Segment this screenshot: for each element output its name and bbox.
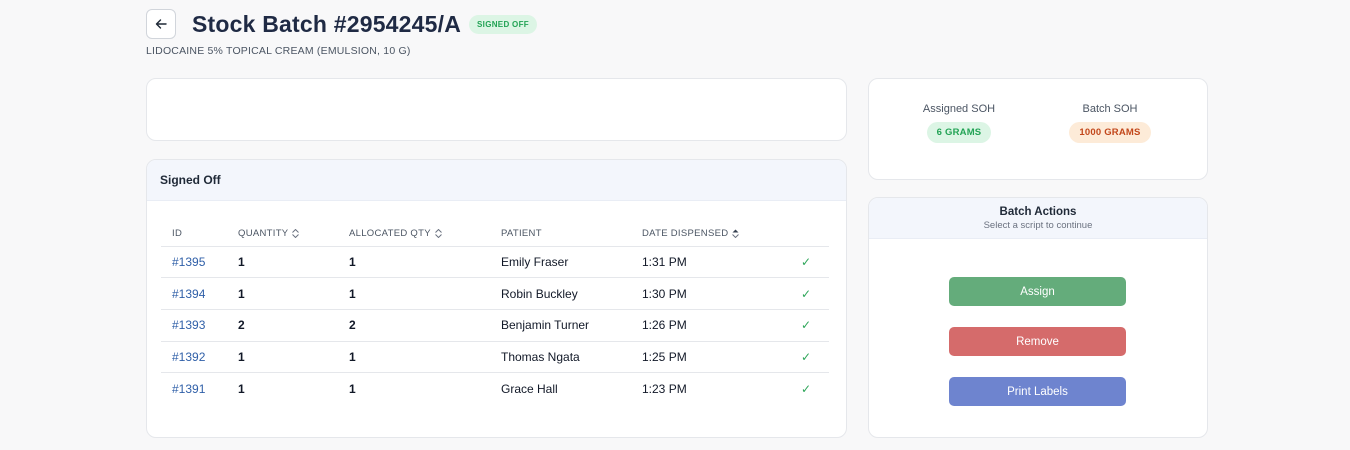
assign-button[interactable]: Assign bbox=[949, 277, 1126, 306]
back-button[interactable] bbox=[146, 9, 176, 39]
table-row[interactable]: #1392 1 1 Thomas Ngata 1:25 PM ✓ bbox=[161, 341, 829, 374]
row-id-link[interactable]: #1394 bbox=[172, 287, 205, 301]
column-header-patient: PATIENT bbox=[490, 222, 631, 247]
column-header-date-dispensed[interactable]: DATE DISPENSED bbox=[631, 222, 781, 247]
row-id-link[interactable]: #1393 bbox=[172, 318, 205, 332]
row-allocated-qty: 1 bbox=[338, 341, 490, 374]
signed-off-panel: Signed Off ID QUANTITY ALLOCATED QTY PAT… bbox=[146, 159, 847, 438]
column-header-quantity[interactable]: QUANTITY bbox=[227, 222, 338, 247]
sort-icon bbox=[292, 229, 300, 239]
check-icon: ✓ bbox=[781, 309, 829, 342]
table-row[interactable]: #1393 2 2 Benjamin Turner 1:26 PM ✓ bbox=[161, 309, 829, 342]
page-title: Stock Batch #2954245/A bbox=[192, 10, 462, 37]
row-patient: Robin Buckley bbox=[490, 277, 631, 310]
row-patient: Grace Hall bbox=[501, 381, 558, 396]
row-allocated-qty: 1 bbox=[349, 381, 356, 396]
arrow-left-icon bbox=[155, 19, 167, 29]
sort-icon bbox=[435, 229, 442, 239]
print-labels-button[interactable]: Print Labels bbox=[949, 377, 1126, 406]
row-allocated-qty: 2 bbox=[338, 309, 490, 342]
column-header-status bbox=[781, 222, 829, 247]
assigned-soh: Assigned SOH 6 GRAMS bbox=[919, 103, 999, 143]
row-date-dispensed: 1:26 PM bbox=[631, 309, 781, 342]
row-id: #1394 bbox=[161, 277, 227, 310]
check-icon: ✓ bbox=[781, 246, 829, 279]
row-quantity: 2 bbox=[227, 309, 338, 342]
batch-soh-badge: 1000 GRAMS bbox=[1069, 122, 1151, 143]
column-header-id: ID bbox=[161, 222, 227, 247]
assigned-soh-badge: 6 GRAMS bbox=[926, 122, 992, 143]
batch-actions-subtitle: Select a script to continue bbox=[983, 220, 1093, 231]
check-icon: ✓ bbox=[800, 381, 811, 396]
table-header-row: ID QUANTITY ALLOCATED QTY PATIENT DATE D… bbox=[161, 222, 829, 247]
row-patient: Emily Fraser bbox=[490, 246, 631, 279]
row-id: #1395 bbox=[161, 246, 227, 279]
row-quantity: 1 bbox=[227, 246, 338, 279]
status-badge: SIGNED OFF bbox=[469, 14, 537, 34]
batch-actions-header: Batch Actions Select a script to continu… bbox=[869, 198, 1207, 239]
batch-soh: Batch SOH 1000 GRAMS bbox=[1065, 103, 1155, 143]
row-quantity: 1 bbox=[238, 381, 245, 396]
batch-actions-panel: Batch Actions Select a script to continu… bbox=[868, 197, 1208, 438]
batch-soh-label: Batch SOH bbox=[1082, 103, 1138, 115]
check-icon: ✓ bbox=[781, 277, 829, 310]
check-icon: ✓ bbox=[781, 341, 829, 374]
signed-off-table: ID QUANTITY ALLOCATED QTY PATIENT DATE D… bbox=[161, 222, 829, 404]
row-id-link[interactable]: #1392 bbox=[172, 350, 205, 364]
page-header: Stock Batch #2954245/A SIGNED OFF LIDOCA… bbox=[146, 9, 537, 57]
row-id: #1391 bbox=[161, 373, 227, 405]
row-patient: Thomas Ngata bbox=[490, 341, 631, 374]
empty-panel bbox=[146, 78, 847, 141]
row-id-link[interactable]: #1395 bbox=[172, 255, 205, 269]
column-header-allocated-qty[interactable]: ALLOCATED QTY bbox=[338, 222, 490, 247]
row-date-dispensed: 1:30 PM bbox=[631, 277, 781, 310]
row-date-dispensed: 1:25 PM bbox=[631, 341, 781, 374]
signed-off-title: Signed Off bbox=[147, 160, 846, 201]
soh-panel: Assigned SOH 6 GRAMS Batch SOH 1000 GRAM… bbox=[868, 78, 1208, 180]
table-row[interactable]: #1394 1 1 Robin Buckley 1:30 PM ✓ bbox=[161, 277, 829, 310]
remove-button[interactable]: Remove bbox=[949, 327, 1126, 356]
table-row[interactable]: #1395 1 1 Emily Fraser 1:31 PM ✓ bbox=[161, 246, 829, 279]
row-date-dispensed: 1:31 PM bbox=[631, 246, 781, 279]
row-id: #1392 bbox=[161, 341, 227, 374]
batch-actions-title: Batch Actions bbox=[999, 206, 1077, 218]
row-allocated-qty: 1 bbox=[338, 277, 490, 310]
row-id: #1393 bbox=[161, 309, 227, 342]
row-id-link[interactable]: #1391 bbox=[172, 382, 205, 396]
table-row[interactable]: #1391 1 1 Grace Hall 1:23 PM ✓ bbox=[161, 373, 829, 405]
row-date-dispensed: 1:23 PM bbox=[642, 381, 687, 396]
row-allocated-qty: 1 bbox=[338, 246, 490, 279]
row-quantity: 1 bbox=[227, 277, 338, 310]
product-subtitle: LIDOCAINE 5% TOPICAL CREAM (EMULSION, 10… bbox=[146, 45, 411, 57]
assigned-soh-label: Assigned SOH bbox=[922, 103, 996, 115]
row-quantity: 1 bbox=[227, 341, 338, 374]
sort-desc-icon bbox=[732, 229, 740, 239]
row-patient: Benjamin Turner bbox=[490, 309, 631, 342]
